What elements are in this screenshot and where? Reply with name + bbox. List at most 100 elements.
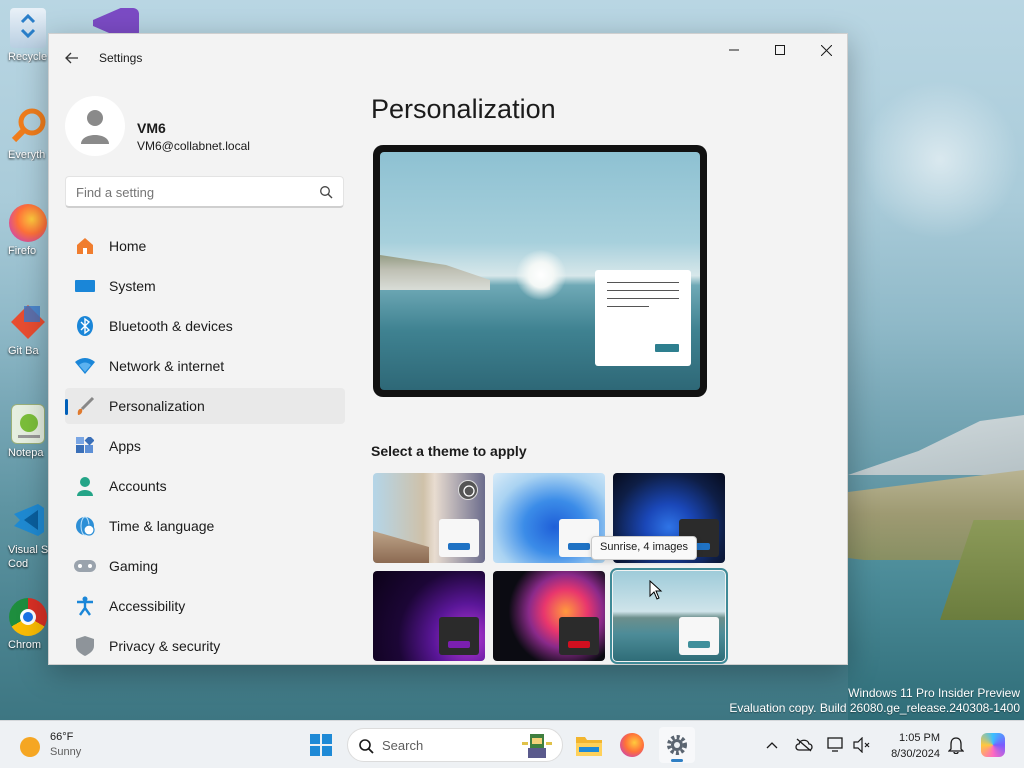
- notifications-button[interactable]: [946, 735, 966, 755]
- watermark-line-2: Evaluation copy. Build 26080.ge_release.…: [729, 701, 1020, 715]
- taskbar-settings[interactable]: [659, 727, 695, 763]
- clock-date: 8/30/2024: [891, 748, 940, 760]
- tray-display[interactable]: [826, 735, 846, 755]
- gamepad-icon: [74, 555, 96, 577]
- preview-sun: [516, 250, 566, 300]
- cloud-offline-icon: [795, 738, 813, 752]
- chevron-up-icon: [766, 742, 778, 749]
- firefox-icon: [620, 733, 644, 757]
- nav-label: Personalization: [109, 398, 205, 414]
- copilot-button[interactable]: [980, 732, 1006, 758]
- theme-sunrise[interactable]: [610, 568, 728, 664]
- tray-volume[interactable]: [852, 735, 872, 755]
- nav-item-accessibility[interactable]: Accessibility: [65, 588, 345, 624]
- window-title: Settings: [99, 51, 143, 65]
- theme-windows-light[interactable]: [493, 473, 605, 563]
- shield-icon: [74, 635, 96, 657]
- taskbar-clock[interactable]: 1:05 PM 8/30/2024: [880, 730, 940, 762]
- search-icon[interactable]: [319, 185, 333, 199]
- user-name: VM6: [137, 120, 166, 136]
- theme-preview: [373, 145, 707, 397]
- image-picker-icon: [458, 480, 478, 500]
- weather-temp: 66°F: [50, 731, 74, 743]
- sun-icon: [20, 737, 40, 757]
- nav-label: Time & language: [109, 518, 215, 534]
- user-profile[interactable]: VM6 VM6@collabnet.local: [65, 96, 355, 160]
- nav-label: Apps: [109, 438, 141, 454]
- nav-item-home[interactable]: Home: [65, 228, 345, 264]
- minimize-icon: [729, 49, 739, 51]
- chrome-icon: [9, 598, 47, 636]
- nav-item-privacy[interactable]: Privacy & security: [65, 628, 345, 664]
- back-button[interactable]: [59, 46, 85, 70]
- accessibility-icon: [74, 595, 96, 617]
- nav-item-time-language[interactable]: Time & language: [65, 508, 345, 544]
- desktop-sun-glow: [860, 80, 1020, 240]
- nav-label: Gaming: [109, 558, 159, 574]
- show-hidden-icons-button[interactable]: [762, 735, 782, 755]
- firefox-icon: [9, 204, 47, 242]
- close-button[interactable]: [803, 34, 847, 66]
- gear-icon: [667, 735, 687, 755]
- nav-item-accounts[interactable]: Accounts: [65, 468, 345, 504]
- taskbar-file-explorer[interactable]: [571, 727, 607, 763]
- system-icon: [74, 275, 96, 297]
- copilot-icon: [981, 733, 1005, 757]
- title-bar[interactable]: Settings: [49, 34, 847, 82]
- clock-time: 1:05 PM: [899, 732, 940, 744]
- tray-network[interactable]: [794, 735, 814, 755]
- nav-item-system[interactable]: System: [65, 268, 345, 304]
- preview-wallpaper: [380, 152, 700, 390]
- taskbar-firefox[interactable]: [614, 727, 650, 763]
- theme-custom[interactable]: [373, 473, 485, 563]
- sidebar: VM6 VM6@collabnet.local Home System Blue…: [49, 82, 359, 664]
- network-icon: [74, 355, 96, 377]
- nav-label: Privacy & security: [109, 638, 221, 654]
- weather-widget[interactable]: 66°F Sunny: [18, 729, 108, 763]
- apps-icon: [74, 435, 96, 457]
- nav-label: Accounts: [109, 478, 167, 494]
- maximize-button[interactable]: [757, 34, 803, 66]
- bluetooth-icon: [74, 315, 96, 337]
- search-highlight-art-icon: [522, 734, 552, 758]
- search-icon: [359, 739, 374, 754]
- vscode-icon: [8, 500, 48, 540]
- nav-label: Bluetooth & devices: [109, 318, 233, 334]
- watermark-line-1: Windows 11 Pro Insider Preview: [848, 686, 1020, 700]
- preview-accent-button: [655, 344, 679, 352]
- close-icon: [820, 44, 832, 56]
- windows-logo-icon: [310, 734, 332, 756]
- monitor-icon: [827, 737, 843, 752]
- nav-label: Accessibility: [109, 598, 186, 614]
- theme-captured-motion[interactable]: [493, 571, 605, 661]
- notepad-plus-plus-icon: [11, 404, 45, 444]
- theme-grid: [373, 473, 729, 664]
- user-email: VM6@collabnet.local: [137, 139, 250, 153]
- nav-item-bluetooth[interactable]: Bluetooth & devices: [65, 308, 345, 344]
- theme-glow[interactable]: [373, 571, 485, 661]
- find-setting-search[interactable]: [65, 176, 344, 208]
- search-input[interactable]: [76, 183, 306, 201]
- main-content: Personalization Select a theme to apply: [371, 82, 847, 664]
- theme-section-label: Select a theme to apply: [371, 443, 527, 459]
- minimize-button[interactable]: [711, 34, 757, 66]
- nav-item-network[interactable]: Network & internet: [65, 348, 345, 384]
- maximize-icon: [775, 45, 785, 55]
- nav-item-apps[interactable]: Apps: [65, 428, 345, 464]
- recycle-bin-icon: [10, 8, 46, 48]
- start-button[interactable]: [303, 727, 339, 763]
- avatar: [65, 96, 125, 156]
- preview-window-sample: [595, 270, 691, 366]
- desktop-hill: [848, 415, 1024, 475]
- everything-search-icon: [8, 106, 48, 146]
- settings-window: Settings VM6 VM6@collabnet.local Home: [48, 33, 848, 665]
- person-icon: [81, 110, 109, 144]
- accounts-icon: [74, 475, 96, 497]
- nav-item-gaming[interactable]: Gaming: [65, 548, 345, 584]
- taskbar: 66°F Sunny Search 1:05 PM 8/30/2024: [0, 720, 1024, 768]
- nav-item-personalization[interactable]: Personalization: [65, 388, 345, 424]
- bell-icon: [948, 737, 964, 754]
- taskbar-search-label: Search: [382, 738, 424, 753]
- nav-label: Home: [109, 238, 147, 254]
- taskbar-search[interactable]: Search: [347, 728, 563, 762]
